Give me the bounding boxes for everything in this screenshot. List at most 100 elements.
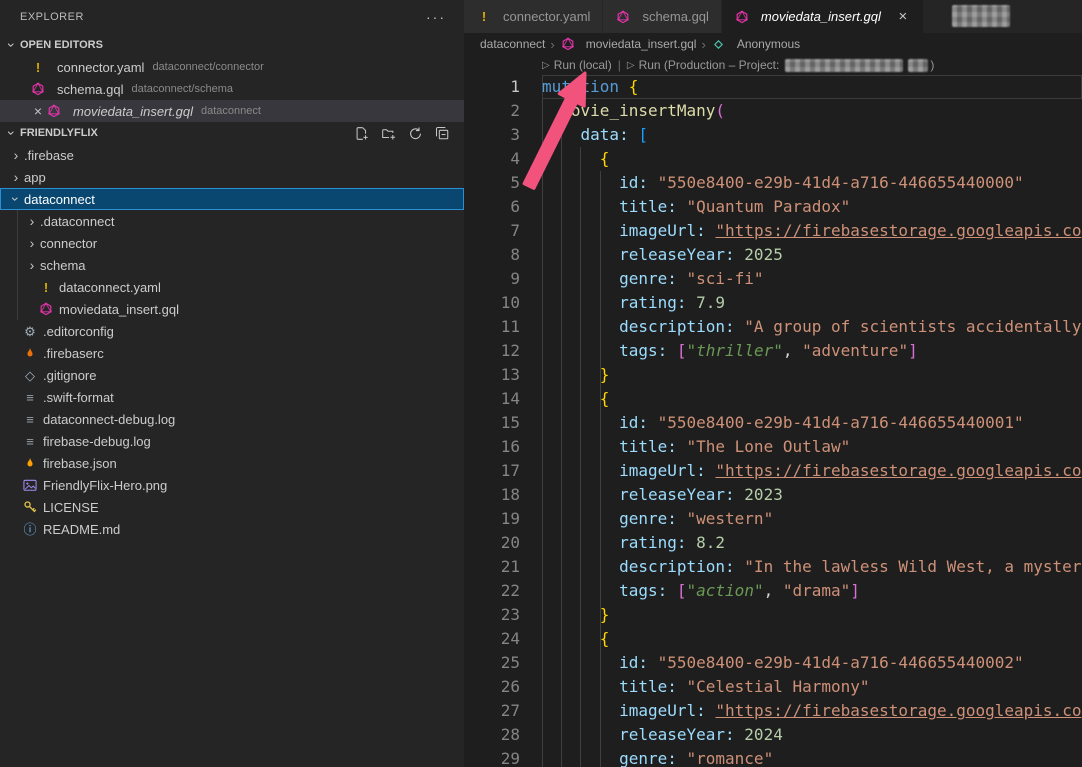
tree-item-dataconnect[interactable]: ›dataconnect bbox=[0, 188, 464, 210]
run-local-link[interactable]: ▷ Run (local) bbox=[542, 58, 612, 72]
tree-item-connector[interactable]: ›connector bbox=[0, 232, 464, 254]
tree-item-.firebaserc[interactable]: .firebaserc bbox=[0, 342, 464, 364]
breadcrumb-item-dataconnect[interactable]: dataconnect bbox=[480, 37, 545, 51]
code-line-12[interactable]: 12 tags: ["thriller", "adventure"] bbox=[464, 339, 1082, 363]
close-icon[interactable]: × bbox=[895, 8, 911, 25]
explorer-header: EXPLORER ··· bbox=[0, 0, 464, 34]
code-line-13[interactable]: 13 } bbox=[464, 363, 1082, 387]
tree-item-README.md[interactable]: ⓘREADME.md bbox=[0, 518, 464, 540]
code-line-23[interactable]: 23 } bbox=[464, 603, 1082, 627]
line-number: 13 bbox=[464, 363, 520, 387]
new-file-button[interactable] bbox=[353, 125, 369, 141]
open-editor-schema.gql[interactable]: schema.gqldataconnect/schema bbox=[0, 78, 464, 100]
code-line-19[interactable]: 19 genre: "western" bbox=[464, 507, 1082, 531]
tree-item-dataconnect-debug.log[interactable]: ≡dataconnect-debug.log bbox=[0, 408, 464, 430]
run-production-label: Run (Production – Project: bbox=[639, 58, 780, 72]
tab-moviedata_insert.gql[interactable]: moviedata_insert.gql× bbox=[722, 0, 924, 33]
run-local-label: Run (local) bbox=[554, 58, 612, 72]
refresh-button[interactable] bbox=[407, 125, 423, 141]
code-line-24[interactable]: 24 { bbox=[464, 627, 1082, 651]
lines-icon: ≡ bbox=[22, 433, 38, 449]
tab-schema.gql[interactable]: schema.gql bbox=[603, 0, 721, 33]
code-line-content: data: [ bbox=[542, 123, 648, 147]
code-line-26[interactable]: 26 title: "Celestial Harmony" bbox=[464, 675, 1082, 699]
tree-item-.swift-format[interactable]: ≡.swift-format bbox=[0, 386, 464, 408]
tree-item-label: README.md bbox=[43, 522, 120, 537]
lines-icon: ≡ bbox=[22, 411, 38, 427]
code-line-3[interactable]: 3 data: [ bbox=[464, 123, 1082, 147]
code-line-25[interactable]: 25 id: "550e8400-e29b-41d4-a716-44665544… bbox=[464, 651, 1082, 675]
tab-connector.yaml[interactable]: !connector.yaml bbox=[464, 0, 603, 33]
code-line-22[interactable]: 22 tags: ["action", "drama"] bbox=[464, 579, 1082, 603]
code-line-content: } bbox=[542, 603, 609, 627]
tree-item-label: dataconnect.yaml bbox=[59, 280, 161, 295]
tree-item-.firebase[interactable]: ›.firebase bbox=[0, 144, 464, 166]
line-number: 19 bbox=[464, 507, 520, 531]
code-line-content: title: "Quantum Paradox" bbox=[542, 195, 850, 219]
run-production-link[interactable]: ▷ Run (Production – Project: ) bbox=[627, 58, 934, 72]
diamond-icon: ◇ bbox=[22, 367, 38, 383]
code-line-21[interactable]: 21 description: "In the lawless Wild Wes… bbox=[464, 555, 1082, 579]
code-line-8[interactable]: 8 releaseYear: 2025 bbox=[464, 243, 1082, 267]
file-name: connector.yaml bbox=[57, 60, 144, 75]
code-line-29[interactable]: 29 genre: "romance" bbox=[464, 747, 1082, 767]
tree-item-app[interactable]: ›app bbox=[0, 166, 464, 188]
line-number: 5 bbox=[464, 171, 520, 195]
code-line-10[interactable]: 10 rating: 7.9 bbox=[464, 291, 1082, 315]
open-editor-connector.yaml[interactable]: !connector.yamldataconnect/connector bbox=[0, 56, 464, 78]
more-actions-icon[interactable]: ··· bbox=[426, 9, 446, 25]
line-number: 28 bbox=[464, 723, 520, 747]
code-line-28[interactable]: 28 releaseYear: 2024 bbox=[464, 723, 1082, 747]
code-line-18[interactable]: 18 releaseYear: 2023 bbox=[464, 483, 1082, 507]
new-folder-button[interactable] bbox=[380, 125, 396, 141]
code-line-15[interactable]: 15 id: "550e8400-e29b-41d4-a716-44665544… bbox=[464, 411, 1082, 435]
tree-item-label: .firebase bbox=[24, 148, 74, 163]
code-line-27[interactable]: 27 imageUrl: "https://firebasestorage.go… bbox=[464, 699, 1082, 723]
code-line-2[interactable]: 2 movie_insertMany( bbox=[464, 99, 1082, 123]
line-number: 12 bbox=[464, 339, 520, 363]
code-line-content: imageUrl: "https://firebasestorage.googl… bbox=[542, 219, 1081, 243]
tree-item-moviedata_insert.gql[interactable]: moviedata_insert.gql bbox=[0, 298, 464, 320]
tree-item-firebase-debug.log[interactable]: ≡ firebase-debug.log bbox=[0, 430, 464, 452]
tree-item-label: firebase-debug.log bbox=[43, 434, 151, 449]
lines-icon: ≡ bbox=[22, 389, 38, 405]
code-line-20[interactable]: 20 rating: 8.2 bbox=[464, 531, 1082, 555]
tree-item-.dataconnect[interactable]: ›.dataconnect bbox=[0, 210, 464, 232]
code-line-1[interactable]: 1mutation { bbox=[464, 75, 1082, 99]
collapse-all-button[interactable] bbox=[434, 125, 450, 141]
breadcrumb-item-moviedata_insert.gql[interactable]: moviedata_insert.gql bbox=[560, 36, 697, 52]
code-line-16[interactable]: 16 title: "The Lone Outlaw" bbox=[464, 435, 1082, 459]
workspace-header[interactable]: › FRIENDLYFLIX bbox=[0, 122, 464, 144]
tab-label: connector.yaml bbox=[503, 9, 590, 24]
code-line-content: genre: "sci-fi" bbox=[542, 267, 764, 291]
tree-item-FriendlyFlix-Hero.png[interactable]: FriendlyFlix-Hero.png bbox=[0, 474, 464, 496]
code-line-content: imageUrl: "https://firebasestorage.googl… bbox=[542, 459, 1081, 483]
line-number: 1 bbox=[464, 75, 520, 99]
code-line-7[interactable]: 7 imageUrl: "https://firebasestorage.goo… bbox=[464, 219, 1082, 243]
line-number: 21 bbox=[464, 555, 520, 579]
open-editor-moviedata_insert.gql[interactable]: ×moviedata_insert.gqldataconnect bbox=[0, 100, 464, 122]
tree-item-label: .editorconfig bbox=[43, 324, 114, 339]
code-line-content: description: "A group of scientists acci… bbox=[542, 315, 1081, 339]
code-line-6[interactable]: 6 title: "Quantum Paradox" bbox=[464, 195, 1082, 219]
chevron-down-icon: › bbox=[8, 191, 24, 207]
tree-item-dataconnect.yaml[interactable]: !dataconnect.yaml bbox=[0, 276, 464, 298]
tree-item-.editorconfig[interactable]: ⚙.editorconfig bbox=[0, 320, 464, 342]
redacted-window-area bbox=[952, 5, 1010, 27]
code-line-11[interactable]: 11 description: "A group of scientists a… bbox=[464, 315, 1082, 339]
code-line-17[interactable]: 17 imageUrl: "https://firebasestorage.go… bbox=[464, 459, 1082, 483]
tree-item-firebase.json[interactable]: firebase.json bbox=[0, 452, 464, 474]
tree-item-.gitignore[interactable]: ◇.gitignore bbox=[0, 364, 464, 386]
breadcrumb-item-Anonymous[interactable]: Anonymous bbox=[711, 36, 800, 52]
close-icon[interactable]: × bbox=[30, 103, 46, 119]
run-production-suffix: ) bbox=[930, 58, 934, 72]
code-line-5[interactable]: 5 id: "550e8400-e29b-41d4-a716-446655440… bbox=[464, 171, 1082, 195]
code-editor[interactable]: 1mutation {2 movie_insertMany(3 data: [4… bbox=[464, 75, 1082, 767]
code-line-9[interactable]: 9 genre: "sci-fi" bbox=[464, 267, 1082, 291]
tree-item-schema[interactable]: ›schema bbox=[0, 254, 464, 276]
code-line-14[interactable]: 14 { bbox=[464, 387, 1082, 411]
open-editors-header[interactable]: › OPEN EDITORS bbox=[0, 34, 464, 56]
tree-item-LICENSE[interactable]: LICENSE bbox=[0, 496, 464, 518]
tab-label: schema.gql bbox=[642, 9, 708, 24]
code-line-4[interactable]: 4 { bbox=[464, 147, 1082, 171]
